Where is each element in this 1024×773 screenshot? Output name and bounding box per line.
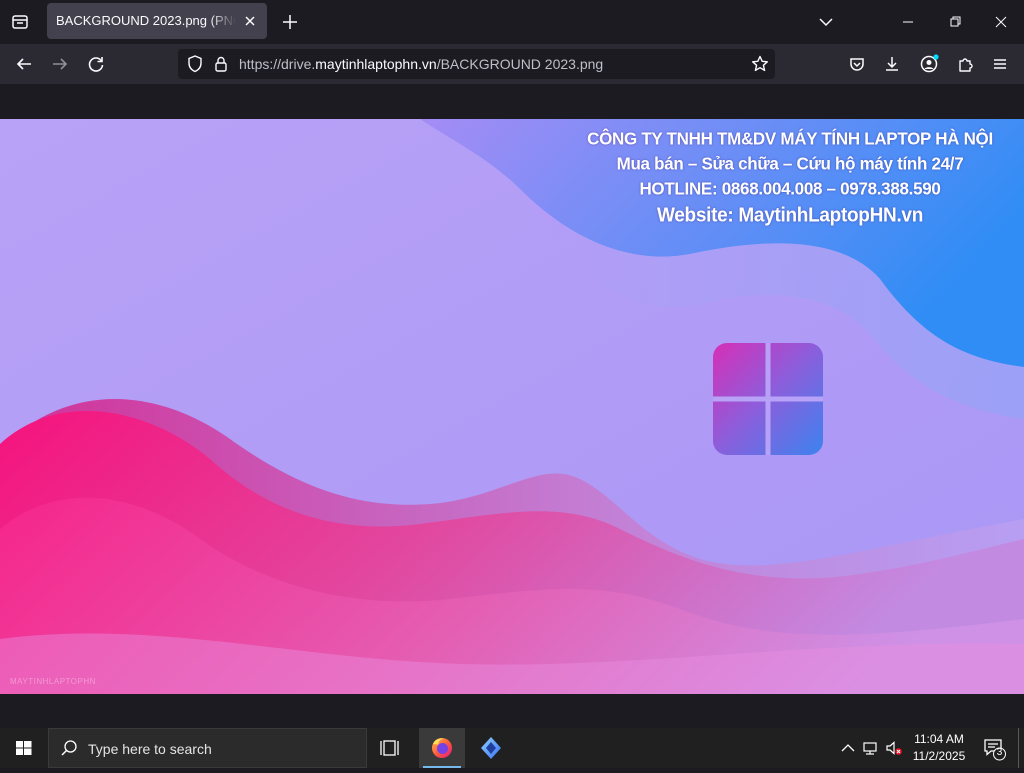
image-watermark: MAYTINHLAPTOPHN — [10, 677, 96, 686]
hotline-line: HOTLINE: 0868.004.008 – 0978.388.590 — [639, 178, 941, 199]
new-tab-icon[interactable] — [278, 10, 302, 34]
pocket-icon[interactable] — [845, 52, 869, 76]
company-name: CÔNG TY TNHH TM&DV MÁY TÍNH LAPTOP HÀ NỘ… — [587, 128, 993, 149]
url-text[interactable]: https://drive.maytinhlaptophn.vn/BACKGRO… — [239, 56, 603, 72]
start-button[interactable] — [0, 728, 48, 768]
page-bottom-area — [0, 694, 1024, 728]
clock-date: 11/2/2025 — [912, 749, 966, 763]
close-window-icon[interactable] — [989, 10, 1013, 34]
page-top-area — [0, 84, 1024, 119]
minimize-icon[interactable] — [896, 10, 920, 34]
search-placeholder: Type here to search — [88, 741, 212, 757]
taskbar-firefox[interactable] — [419, 728, 465, 768]
close-tab-icon[interactable] — [241, 12, 259, 30]
firefox-icon — [432, 738, 452, 758]
downloads-icon[interactable] — [880, 52, 904, 76]
reload-icon[interactable] — [84, 52, 108, 76]
taskbar-search-box[interactable]: Type here to search — [48, 728, 367, 768]
windows-taskbar: Type here to search 11:04 AM 11/2/2025 3 — [0, 728, 1024, 768]
address-bar[interactable]: https://drive.maytinhlaptophn.vn/BACKGRO… — [178, 49, 775, 79]
back-arrow-icon[interactable] — [12, 52, 36, 76]
tracking-shield-icon[interactable] — [184, 53, 206, 75]
website-line: Website: MaytinhLaptopHN.vn — [657, 204, 923, 227]
system-clock[interactable]: 11:04 AM 11/2/2025 — [906, 731, 972, 765]
task-view-icon — [380, 740, 399, 756]
bookmark-star-icon[interactable] — [749, 53, 771, 75]
url-path: /BACKGROUND 2023.png — [436, 56, 604, 72]
show-hidden-icons-icon[interactable] — [838, 738, 858, 758]
windows-logo-graphic — [713, 343, 823, 455]
list-all-tabs-icon[interactable] — [814, 10, 838, 34]
tab-strip: BACKGROUND 2023.png (PNG Image, 1920 × 1… — [0, 0, 1024, 44]
account-avatar-icon[interactable] — [917, 52, 941, 76]
app-icon — [481, 737, 501, 759]
clock-time: 11:04 AM — [914, 732, 964, 746]
tab-title: BACKGROUND 2023.png (PNG Image, 1920 × 1… — [56, 13, 236, 28]
url-prefix: https://drive. — [239, 56, 316, 72]
notification-count: 3 — [996, 747, 1003, 758]
image-overlay-text: CÔNG TY TNHH TM&DV MÁY TÍNH LAPTOP HÀ NỘ… — [560, 126, 1020, 229]
image-viewer[interactable]: CÔNG TY TNHH TM&DV MÁY TÍNH LAPTOP HÀ NỘ… — [0, 119, 1024, 694]
lock-icon[interactable] — [210, 53, 232, 75]
notifications-icon[interactable]: 3 — [982, 735, 1008, 761]
firefox-view-icon[interactable] — [8, 10, 32, 34]
navigation-toolbar: https://drive.maytinhlaptophn.vn/BACKGRO… — [0, 44, 1024, 84]
task-view-button[interactable] — [369, 728, 415, 768]
taskbar-app[interactable] — [468, 728, 514, 768]
hamburger-menu-icon[interactable] — [988, 52, 1012, 76]
url-domain: maytinhlaptophn.vn — [315, 56, 437, 72]
windows-start-icon — [16, 741, 32, 755]
forward-arrow-icon[interactable] — [48, 52, 72, 76]
restore-icon[interactable] — [943, 10, 967, 34]
services-line: Mua bán – Sửa chữa – Cứu hộ máy tính 24/… — [616, 153, 964, 174]
network-icon[interactable] — [861, 738, 881, 758]
show-desktop-button[interactable] — [1018, 728, 1024, 768]
search-icon — [59, 738, 79, 758]
volume-muted-icon[interactable] — [884, 738, 904, 758]
tab-background-image[interactable]: BACKGROUND 2023.png (PNG Image, 1920 × 1… — [47, 3, 267, 39]
extensions-puzzle-icon[interactable] — [953, 52, 977, 76]
